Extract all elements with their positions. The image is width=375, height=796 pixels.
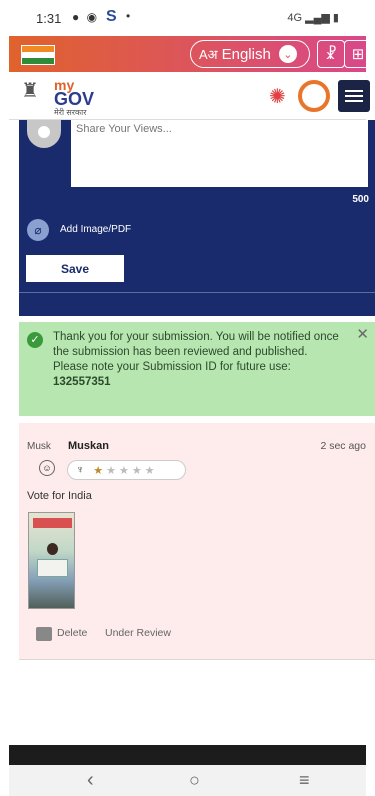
user-name[interactable]: Muskan <box>68 440 109 452</box>
profile-avatar[interactable] <box>298 80 330 112</box>
avatar: Musk <box>27 441 51 452</box>
language-label: English <box>221 45 271 63</box>
comment-card: Musk Muskan 2 sec ago ☺ ♆ ★ ★ ★ ★ ★ Vote… <box>19 423 375 660</box>
star-icon[interactable]: ★ <box>93 464 103 477</box>
site-header: ♜ my GOV मेरी सरकार ✺ <box>9 72 370 120</box>
comment-text: Vote for India <box>27 490 92 502</box>
star-icon[interactable]: ★ <box>119 464 129 477</box>
timestamp: 2 sec ago <box>320 440 366 452</box>
attached-image[interactable] <box>28 512 75 609</box>
char-counter: 500 <box>352 194 369 205</box>
recents-icon[interactable]: ≡ <box>299 770 310 791</box>
accessibility-icon: ☧ <box>325 46 337 63</box>
add-user-button[interactable]: ⊞ <box>344 40 372 68</box>
save-button[interactable]: Save <box>26 255 124 282</box>
app-notification-icon: S <box>106 8 117 25</box>
covid-icon[interactable]: ✺ <box>269 84 286 109</box>
badge-icon: ☺ <box>39 460 55 476</box>
attach-label[interactable]: Add Image/PDF <box>60 224 131 235</box>
submission-note: Please note your Submission ID for futur… <box>53 361 291 373</box>
close-icon[interactable]: ✕ <box>356 327 369 342</box>
star-icon[interactable]: ★ <box>106 464 116 477</box>
signal-battery-icons: 4G ▂▄▆ ▮ <box>287 12 339 24</box>
chevron-down-icon: ⌄ <box>278 45 297 63</box>
rating-widget[interactable]: ♆ ★ ★ ★ ★ ★ <box>67 460 186 480</box>
notification-icons: ● ◉ <box>72 10 100 24</box>
language-selector[interactable]: Aअ English ⌄ <box>190 40 310 68</box>
mygov-logo[interactable]: my GOV मेरी सरकार <box>54 78 94 120</box>
trophy-icon: ♆ <box>76 464 85 476</box>
success-message: Thank you for your submission. You will … <box>53 330 353 390</box>
success-alert: ✓ Thank you for your submission. You wil… <box>19 322 375 416</box>
star-icon[interactable]: ★ <box>132 464 142 477</box>
status-bar: 1:31 ● ◉ S • 4G ▂▄▆ ▮ <box>0 0 375 36</box>
user-avatar-icon <box>27 120 61 148</box>
submission-id: 132557351 <box>53 376 111 388</box>
hamburger-menu-button[interactable] <box>338 80 370 112</box>
bottom-dark-bar <box>9 745 366 765</box>
star-icon[interactable]: ★ <box>145 464 155 477</box>
views-textarea[interactable] <box>71 120 368 187</box>
india-flag-icon <box>21 45 55 65</box>
delete-icon[interactable] <box>36 627 52 641</box>
accessibility-button[interactable]: ☧ <box>317 40 345 68</box>
divider <box>19 292 375 293</box>
national-emblem-icon: ♜ <box>21 80 39 102</box>
delete-link[interactable]: Delete <box>57 627 87 639</box>
add-user-icon: ⊞ <box>351 46 365 63</box>
status-time: 1:31 <box>36 11 62 26</box>
system-nav-bar: ‹ ○ ≡ <box>9 765 366 796</box>
more-notifications-icon: • <box>126 9 131 23</box>
translate-icon: Aअ <box>199 47 218 62</box>
comment-form: 500 ⌀ Add Image/PDF Save <box>19 120 375 316</box>
attachment-icon[interactable]: ⌀ <box>27 219 49 241</box>
status-badge: Under Review <box>105 627 171 639</box>
back-icon[interactable]: ‹ <box>87 769 94 792</box>
top-bar: Aअ English ⌄ ☧ ⊞ <box>9 36 372 72</box>
home-icon[interactable]: ○ <box>189 770 200 791</box>
check-icon: ✓ <box>27 332 43 348</box>
